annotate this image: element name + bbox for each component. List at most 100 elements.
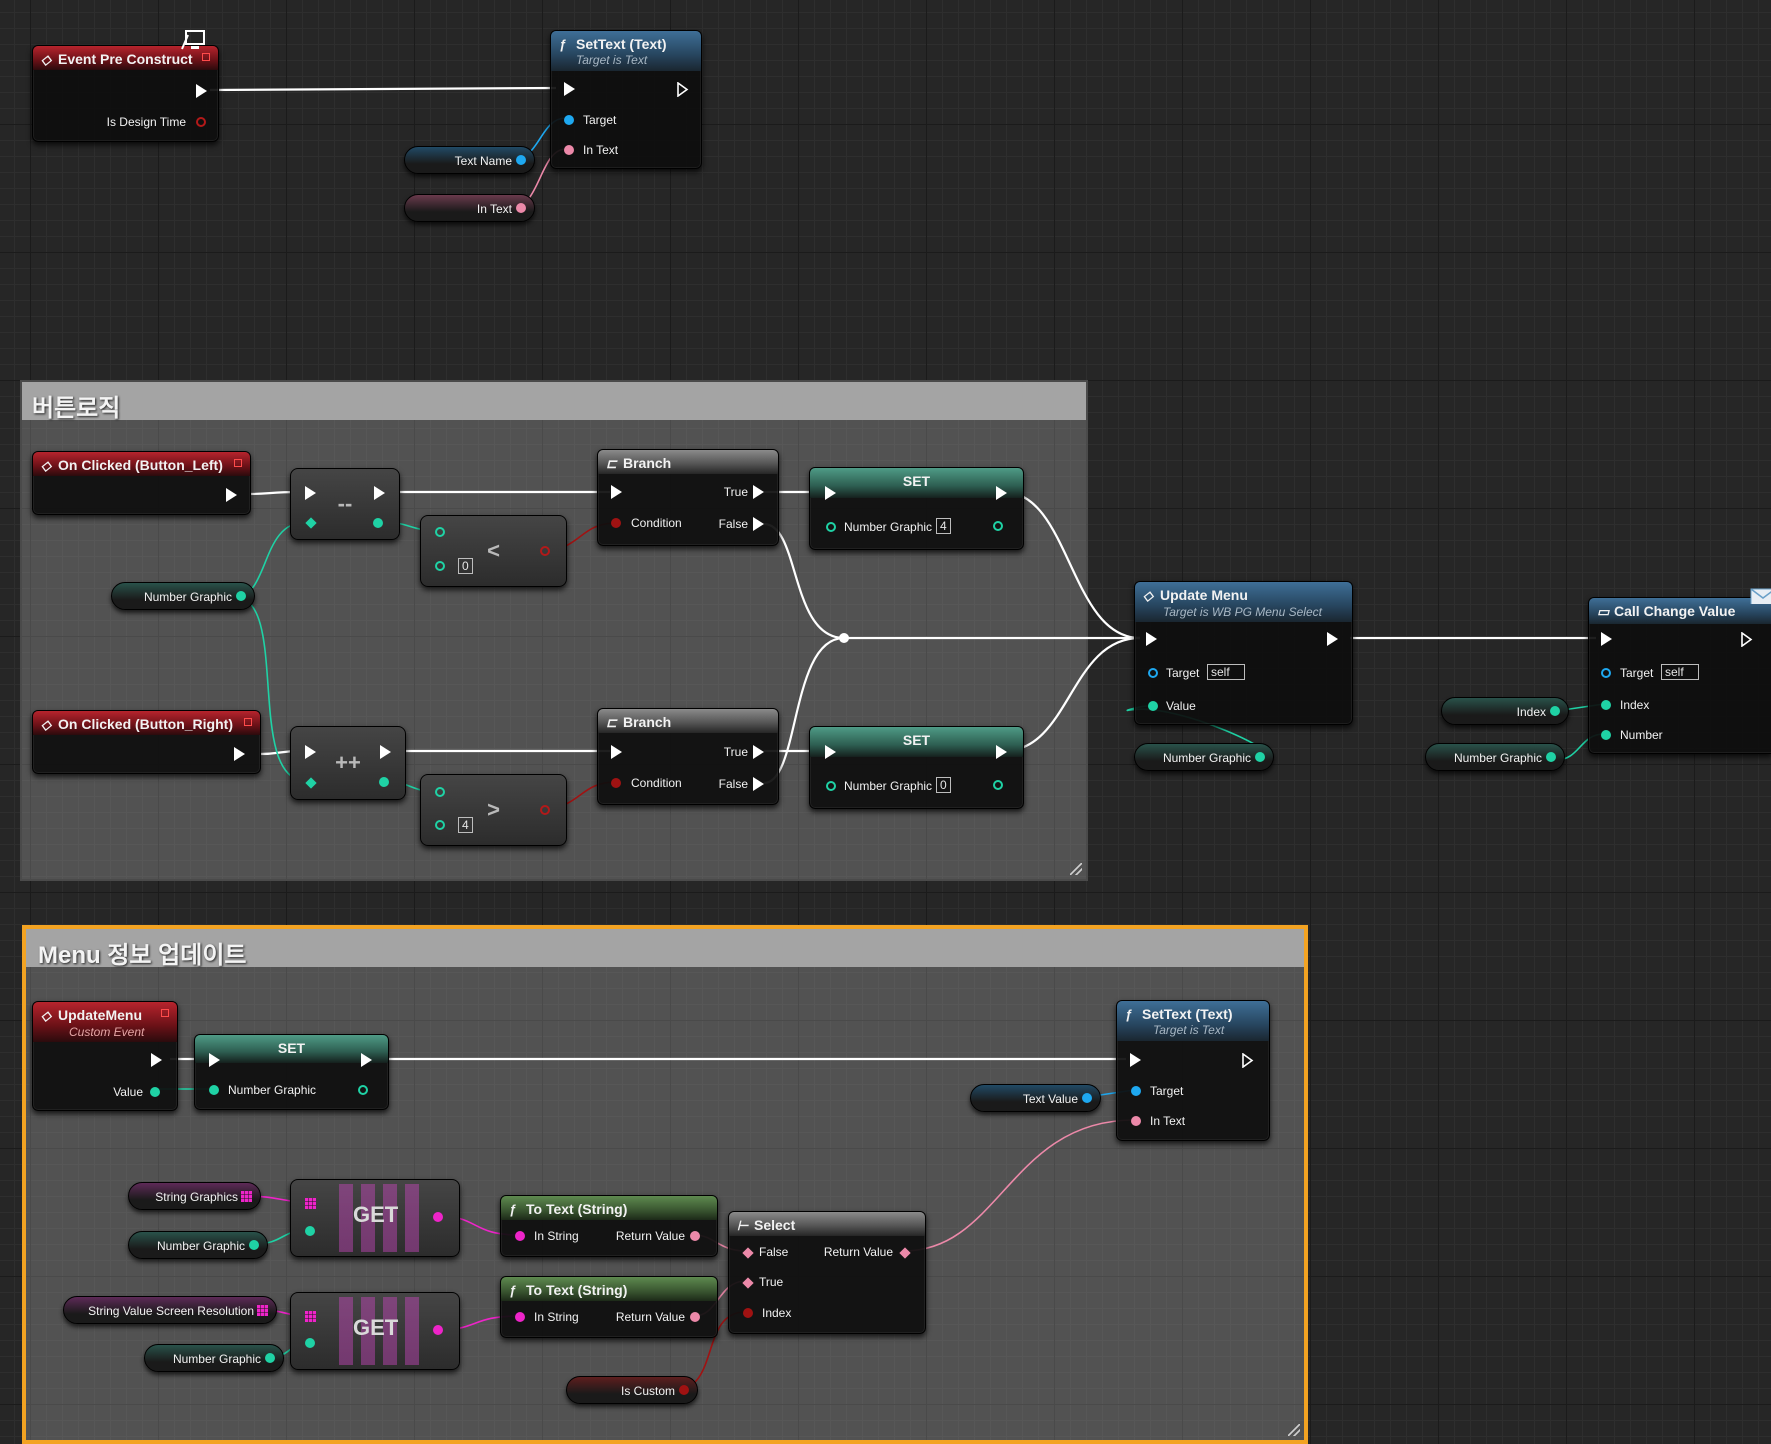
in-text-variable[interactable]: In Text — [404, 194, 535, 222]
exec-in-pin[interactable] — [209, 1053, 220, 1067]
array-in-pin[interactable] — [305, 1311, 316, 1322]
delegate-pin-icon[interactable] — [234, 459, 242, 467]
update-menu-event-node[interactable]: ◇ UpdateMenu Custom Event Value — [32, 1001, 178, 1111]
false-pin[interactable] — [742, 1247, 754, 1259]
exec-in-pin[interactable] — [1146, 632, 1157, 646]
delegate-pin-icon[interactable] — [161, 1009, 169, 1017]
target-pin[interactable] — [564, 115, 574, 125]
true-pin[interactable] — [742, 1277, 754, 1289]
index-pin[interactable] — [743, 1308, 753, 1318]
resize-handle-icon[interactable] — [1070, 863, 1082, 875]
exec-out-pin[interactable] — [677, 82, 689, 97]
comment-title[interactable]: Menu 정보 업데이트 — [26, 929, 1304, 969]
exec-in-pin[interactable] — [611, 745, 622, 759]
index-variable[interactable]: Index — [1441, 697, 1569, 725]
delegate-pin-icon[interactable] — [244, 718, 252, 726]
exec-out-pin[interactable] — [361, 1053, 372, 1067]
variable-out-pin[interactable] — [679, 1385, 689, 1395]
int-in-pin[interactable] — [305, 517, 317, 529]
index-in-pin[interactable] — [305, 1338, 315, 1348]
value-out-pin[interactable] — [358, 1085, 368, 1095]
value-pin[interactable] — [150, 1087, 160, 1097]
delegate-pin-icon[interactable] — [202, 53, 210, 61]
exec-out-pin[interactable] — [196, 84, 207, 98]
less-than-node[interactable]: 0 < — [420, 515, 567, 587]
exec-out-pin[interactable] — [226, 488, 237, 502]
in-string-pin[interactable] — [515, 1231, 525, 1241]
set-node[interactable]: SET Number Graphic — [194, 1034, 389, 1110]
a-in-pin[interactable] — [435, 527, 445, 537]
false-exec-pin[interactable] — [753, 777, 764, 791]
exec-in-pin[interactable] — [611, 485, 622, 499]
in-text-pin[interactable] — [1131, 1116, 1141, 1126]
set-node[interactable]: SET Number Graphic 0 — [809, 726, 1024, 809]
int-out-pin[interactable] — [373, 518, 383, 528]
exec-out-pin[interactable] — [1327, 632, 1338, 646]
text-value-variable[interactable]: Text Value — [970, 1084, 1101, 1112]
string-graphics-variable[interactable]: String Graphics — [128, 1182, 261, 1210]
exec-out-pin[interactable] — [151, 1053, 162, 1067]
value-in-pin[interactable] — [826, 522, 836, 532]
variable-out-pin[interactable] — [1546, 752, 1556, 762]
item-out-pin[interactable] — [433, 1212, 443, 1222]
index-pin[interactable] — [1601, 700, 1611, 710]
text-name-variable[interactable]: Text Name — [404, 146, 535, 174]
a-in-pin[interactable] — [435, 787, 445, 797]
exec-in-pin[interactable] — [564, 82, 575, 96]
to-text-string-node[interactable]: ƒ To Text (String) In String Return Value — [500, 1195, 718, 1257]
string-value-screen-resolution-variable[interactable]: String Value Screen Resolution — [63, 1296, 277, 1324]
variable-out-pin[interactable] — [516, 203, 526, 213]
exec-in-pin[interactable] — [1601, 632, 1612, 646]
exec-out-pin[interactable] — [1242, 1053, 1254, 1068]
int-in-pin[interactable] — [305, 777, 317, 789]
variable-out-pin[interactable] — [236, 591, 246, 601]
target-pin[interactable] — [1601, 668, 1611, 678]
resize-handle-icon[interactable] — [1288, 1424, 1300, 1436]
settext-node[interactable]: ƒ SetText (Text) Target is Text Target In … — [550, 30, 702, 169]
variable-out-pin[interactable] — [1082, 1093, 1092, 1103]
value-box[interactable]: 0 — [936, 777, 951, 793]
exec-in-pin[interactable] — [825, 745, 836, 759]
target-pin[interactable] — [1131, 1086, 1141, 1096]
condition-pin[interactable] — [611, 778, 621, 788]
is-design-time-pin[interactable] — [196, 117, 206, 127]
variable-out-pin[interactable] — [265, 1353, 275, 1363]
number-pin[interactable] — [1601, 730, 1611, 740]
return-value-pin[interactable] — [690, 1231, 700, 1241]
int-out-pin[interactable] — [379, 777, 389, 787]
update-menu-call-node[interactable]: ◇ Update Menu Target is WB PG Menu Select … — [1134, 581, 1353, 725]
select-node[interactable]: ⊢ Select False Return Value True Index — [728, 1211, 926, 1334]
event-pre-construct-node[interactable]: ◇ Event Pre Construct Is Design Time — [32, 45, 219, 142]
value-box[interactable]: 4 — [936, 518, 951, 534]
array-in-pin[interactable] — [305, 1198, 316, 1209]
number-graphic-variable[interactable]: Number Graphic — [111, 582, 255, 610]
variable-out-pin[interactable] — [516, 155, 526, 165]
exec-out-pin[interactable] — [996, 745, 1007, 759]
false-exec-pin[interactable] — [753, 517, 764, 531]
settext-node[interactable]: ƒ SetText (Text) Target is Text Target In … — [1116, 1000, 1270, 1141]
value-in-pin[interactable] — [826, 781, 836, 791]
number-graphic-variable[interactable]: Number Graphic — [128, 1231, 268, 1259]
exec-out-pin[interactable] — [1741, 632, 1753, 647]
value-out-pin[interactable] — [993, 780, 1003, 790]
branch-node[interactable]: ⊏ Branch True Condition False — [597, 708, 779, 805]
item-out-pin[interactable] — [433, 1325, 443, 1335]
number-graphic-variable[interactable]: Number Graphic — [1134, 743, 1274, 771]
value-out-pin[interactable] — [993, 521, 1003, 531]
in-string-pin[interactable] — [515, 1312, 525, 1322]
on-clicked-right-node[interactable]: ◇ On Clicked (Button_Right) — [32, 710, 261, 774]
number-graphic-variable[interactable]: Number Graphic — [144, 1344, 284, 1372]
number-graphic-variable[interactable]: Number Graphic — [1425, 743, 1565, 771]
array-get-node[interactable]: GET — [290, 1292, 460, 1370]
variable-out-pin[interactable] — [1255, 752, 1265, 762]
return-value-pin[interactable] — [899, 1247, 911, 1259]
branch-node[interactable]: ⊏ Branch True Condition False — [597, 449, 779, 546]
greater-than-node[interactable]: 4 > — [420, 774, 567, 846]
bool-out-pin[interactable] — [540, 546, 550, 556]
call-change-value-node[interactable]: ▭ Call Change Value Target self Index Num… — [1588, 597, 1771, 754]
exec-out-pin[interactable] — [234, 747, 245, 761]
target-value-box[interactable]: self — [1207, 664, 1245, 680]
target-pin[interactable] — [1148, 668, 1158, 678]
to-text-string-node[interactable]: ƒ To Text (String) In String Return Value — [500, 1276, 718, 1338]
exec-in-pin[interactable] — [1130, 1053, 1141, 1067]
